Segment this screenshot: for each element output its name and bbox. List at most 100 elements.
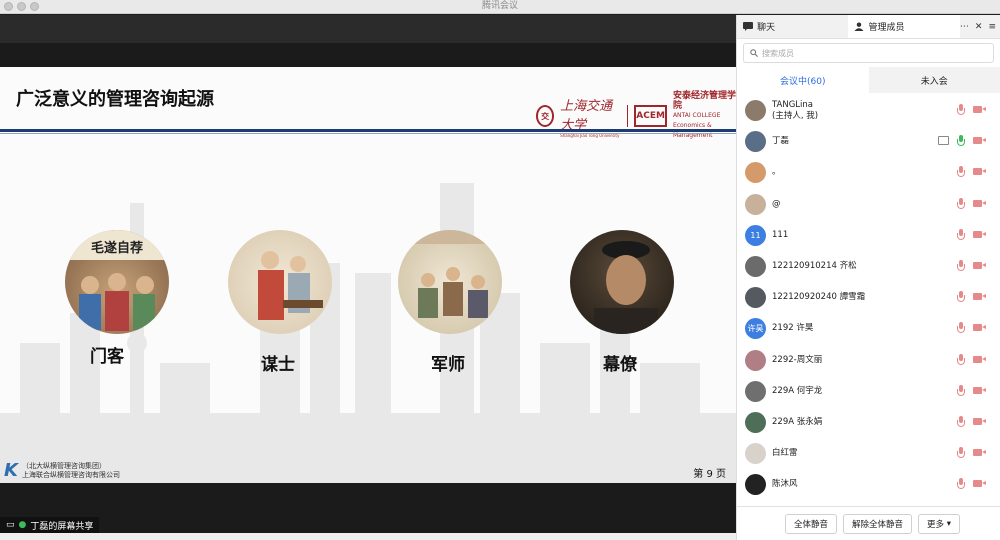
panel-bottom-bar: 全体静音 解除全体静音 更多 ▾ (737, 506, 1000, 540)
mic-muted-icon[interactable] (957, 322, 965, 334)
slide-title: 广泛意义的管理咨询起源 (16, 89, 214, 110)
tab-members[interactable]: 管理成员 (848, 15, 960, 38)
mic-muted-icon[interactable] (957, 291, 965, 303)
window-titlebar: 腾讯会议 (0, 0, 1000, 14)
window-title: 腾讯会议 (481, 1, 518, 11)
member-name: @ (772, 198, 781, 209)
member-row[interactable]: @ (737, 189, 1000, 220)
avatar (745, 100, 766, 122)
menu-icon[interactable]: ≡ (988, 22, 996, 32)
camera-off-icon[interactable] (973, 292, 986, 301)
camera-off-icon[interactable] (973, 448, 986, 457)
camera-off-icon[interactable] (973, 479, 986, 488)
screen-share-icon (938, 136, 949, 146)
member-name: 229A 何宇龙 (772, 385, 823, 396)
mic-muted-icon[interactable] (957, 228, 965, 240)
member-name: 2192 许昊 (772, 323, 814, 334)
camera-off-icon[interactable] (973, 136, 986, 145)
member-row[interactable]: 122120920240 譚雪霜 (737, 282, 1000, 313)
search-icon (750, 49, 758, 57)
member-row[interactable]: 229A 何宇龙 (737, 376, 1000, 407)
member-row[interactable]: 许昊 2192 许昊 (737, 313, 1000, 344)
share-owner-text: 丁磊的屏幕共享 (30, 521, 94, 532)
bottom-toolbar (0, 533, 736, 540)
member-row[interactable]: 。 (737, 157, 1000, 188)
close-icon[interactable]: ✕ (975, 22, 983, 32)
label-muliao: 幕僚 (603, 355, 637, 375)
more-button[interactable]: 更多 ▾ (918, 513, 960, 534)
footer-line-2: 上海联合纵横管理咨询有限公司 (21, 470, 120, 479)
member-status-icons (938, 135, 986, 147)
avatar (745, 287, 766, 309)
avatar (745, 380, 766, 402)
company-logo-icon: K (4, 460, 18, 481)
mic-muted-icon[interactable] (957, 447, 965, 459)
mic-on-icon: ● (18, 520, 27, 530)
avatar (745, 131, 766, 153)
illustration-muliao (570, 230, 674, 334)
mute-all-button[interactable]: 全体静音 (784, 513, 837, 534)
mic-muted-icon[interactable] (957, 478, 965, 490)
mic-muted-icon[interactable] (957, 415, 965, 427)
member-name: 。 (772, 167, 781, 178)
avatar (745, 256, 766, 278)
camera-off-icon[interactable] (973, 417, 986, 426)
member-status-icons (957, 104, 986, 115)
member-status-icons (957, 166, 986, 178)
member-row[interactable]: 陈沐风 (737, 469, 1000, 500)
mic-muted-icon[interactable] (957, 259, 965, 271)
footer-logo: K （北大纵横管理咨询集团） 上海联合纵横管理咨询有限公司 (4, 460, 120, 481)
member-row[interactable]: 122120910214 齐松 (737, 251, 1000, 282)
logo-divider (627, 105, 629, 127)
member-row[interactable]: 11 111 (737, 220, 1000, 251)
camera-off-icon[interactable] (973, 386, 986, 395)
illustration-moushi (228, 230, 332, 334)
mic-muted-icon[interactable] (957, 197, 965, 209)
unmute-all-button[interactable]: 解除全体静音 (843, 513, 913, 534)
member-row[interactable]: 白红雷 (737, 438, 1000, 469)
avatar (745, 193, 766, 215)
mic-muted-icon[interactable] (957, 353, 965, 365)
avatar: 许昊 (745, 318, 766, 340)
search-input[interactable]: 搜索成员 (743, 43, 994, 63)
panel-tabs: 聊天 管理成员 ⋯ ✕ ≡ (737, 15, 1000, 39)
member-name: 122120920240 譚雪霜 (772, 292, 866, 303)
illustration-mensao: 毛遂自荐 (65, 230, 169, 334)
member-name: 2292-周文丽 (772, 354, 823, 365)
camera-off-icon[interactable] (973, 323, 986, 332)
member-row[interactable]: 229A 张永娟 (737, 407, 1000, 438)
mic-on-icon[interactable] (957, 135, 965, 147)
mic-muted-icon[interactable] (957, 166, 965, 178)
camera-off-icon[interactable] (973, 199, 986, 208)
tab-not-joined[interactable]: 未入会 (868, 67, 1000, 93)
member-name: 丁磊 (772, 136, 790, 147)
screen-share-badge[interactable]: ▭ ● 丁磊的屏幕共享 (0, 517, 100, 533)
avatar (745, 162, 766, 184)
member-role: (主持人, 我) (772, 110, 819, 121)
member-status-icons (957, 291, 986, 303)
member-row[interactable]: TANGLina (主持人, 我) (737, 95, 1000, 126)
label-junshi: 军师 (431, 355, 465, 375)
member-row[interactable]: 丁磊 (737, 126, 1000, 157)
tab-chat[interactable]: 聊天 (737, 15, 848, 38)
member-status-icons (957, 478, 986, 490)
camera-off-icon[interactable] (973, 167, 986, 176)
avatar (745, 349, 766, 371)
member-row[interactable]: 2292-周文丽 (737, 345, 1000, 376)
illustration-caption: 毛遂自荐 (91, 240, 143, 256)
tab-in-meeting[interactable]: 会议中(60) (737, 67, 869, 93)
camera-off-icon[interactable] (973, 355, 986, 364)
more-icon[interactable]: ⋯ (960, 22, 969, 32)
member-status-icons (957, 415, 986, 427)
member-status-icons (957, 384, 986, 396)
camera-off-icon[interactable] (973, 261, 986, 270)
mic-muted-icon[interactable] (957, 384, 965, 396)
camera-off-icon[interactable] (973, 105, 986, 114)
camera-off-icon[interactable] (973, 230, 986, 239)
member-segment: 会议中(60) 未入会 (737, 67, 1000, 93)
member-status-icons (957, 228, 986, 240)
member-name: TANGLina (主持人, 我) (772, 99, 819, 121)
chat-icon (743, 22, 753, 31)
illustration-junshi (398, 230, 502, 334)
mic-muted-icon[interactable] (957, 104, 965, 115)
